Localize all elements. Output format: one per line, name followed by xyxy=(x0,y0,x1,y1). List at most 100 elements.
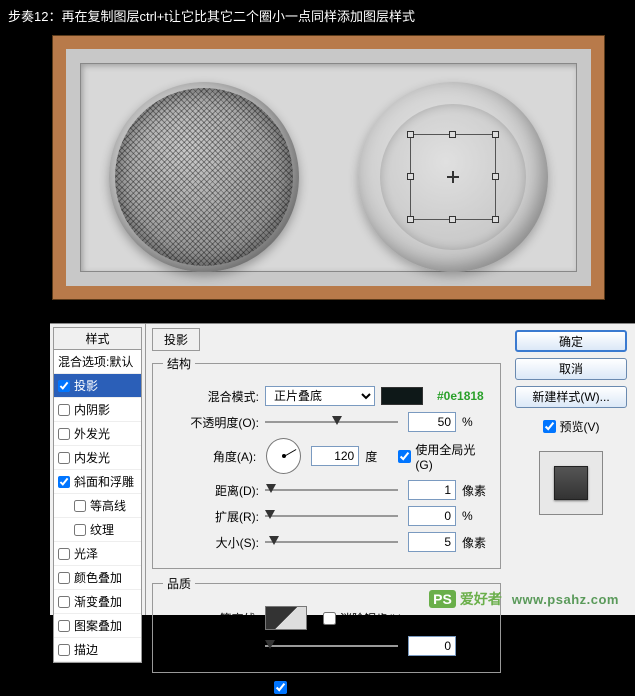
distance-input[interactable] xyxy=(408,480,456,500)
styles-column: 样式 混合选项:默认 投影内阴影外发光内发光斜面和浮雕等高线纹理光泽颜色叠加渐变… xyxy=(50,324,146,615)
unit-deg: 度 xyxy=(365,448,392,465)
global-light-label: 使用全局光(G) xyxy=(415,441,490,472)
watermark-badge: PS xyxy=(429,590,456,608)
style-label: 内发光 xyxy=(74,449,110,466)
ok-button[interactable]: 确定 xyxy=(515,330,627,352)
size-label: 大小(S): xyxy=(163,534,259,551)
style-item-11[interactable]: 描边 xyxy=(54,638,141,662)
unit-pct: % xyxy=(462,415,490,429)
style-checkbox[interactable] xyxy=(58,476,70,488)
transform-handle[interactable] xyxy=(492,216,499,223)
wooden-frame xyxy=(52,35,605,300)
style-item-8[interactable]: 颜色叠加 xyxy=(54,566,141,590)
knockout-checkbox[interactable]: 图层挖空投影(U) xyxy=(274,679,380,696)
noise-input[interactable] xyxy=(408,636,456,656)
style-checkbox[interactable] xyxy=(58,404,70,416)
transform-center-icon[interactable] xyxy=(447,171,459,183)
style-checkbox[interactable] xyxy=(58,596,70,608)
style-checkbox[interactable] xyxy=(58,548,70,560)
preview-thumb xyxy=(539,451,603,515)
style-item-6[interactable]: 纹理 xyxy=(54,518,141,542)
watermark: PS 爱好者 www.psahz.com xyxy=(429,589,619,609)
preview-checkbox[interactable]: 预览(V) xyxy=(515,418,627,435)
style-label: 内阴影 xyxy=(74,401,110,418)
style-label: 光泽 xyxy=(74,545,98,562)
transform-handle[interactable] xyxy=(492,173,499,180)
unit-pct2: % xyxy=(462,509,490,523)
spread-slider[interactable] xyxy=(265,508,398,524)
angle-input[interactable] xyxy=(311,446,359,466)
new-style-button[interactable]: 新建样式(W)... xyxy=(515,386,627,408)
opacity-slider[interactable] xyxy=(265,414,398,430)
style-checkbox[interactable] xyxy=(58,572,70,584)
knockout-label: 图层挖空投影(U) xyxy=(291,679,380,696)
transform-bounding-box[interactable] xyxy=(410,134,496,220)
blend-mode-select[interactable]: 正片叠底 xyxy=(265,386,375,406)
cancel-button[interactable]: 取消 xyxy=(515,358,627,380)
style-item-0[interactable]: 投影 xyxy=(54,374,141,398)
style-item-9[interactable]: 渐变叠加 xyxy=(54,590,141,614)
style-item-5[interactable]: 等高线 xyxy=(54,494,141,518)
distance-slider[interactable] xyxy=(265,482,398,498)
style-label: 渐变叠加 xyxy=(74,593,122,610)
style-checkbox[interactable] xyxy=(58,380,70,392)
style-label: 等高线 xyxy=(90,497,126,514)
blending-options-row[interactable]: 混合选项:默认 xyxy=(54,350,141,374)
style-label: 投影 xyxy=(74,377,98,394)
style-item-1[interactable]: 内阴影 xyxy=(54,398,141,422)
speaker-panel xyxy=(80,63,577,272)
opacity-input[interactable] xyxy=(408,412,456,432)
quality-legend: 品质 xyxy=(163,575,195,592)
style-item-4[interactable]: 斜面和浮雕 xyxy=(54,470,141,494)
buttons-column: 确定 取消 新建样式(W)... 预览(V) xyxy=(507,324,635,615)
style-checkbox[interactable] xyxy=(74,500,86,512)
layer-style-dialog: 样式 混合选项:默认 投影内阴影外发光内发光斜面和浮雕等高线纹理光泽颜色叠加渐变… xyxy=(50,323,635,615)
transform-handle[interactable] xyxy=(407,173,414,180)
style-checkbox[interactable] xyxy=(58,452,70,464)
style-label: 颜色叠加 xyxy=(74,569,122,586)
blend-mode-label: 混合模式: xyxy=(163,388,259,405)
transform-handle[interactable] xyxy=(492,131,499,138)
speaker-right[interactable] xyxy=(358,82,548,272)
speaker-left xyxy=(109,82,299,272)
transform-handle[interactable] xyxy=(449,216,456,223)
styles-list: 混合选项:默认 投影内阴影外发光内发光斜面和浮雕等高线纹理光泽颜色叠加渐变叠加图… xyxy=(53,350,142,663)
angle-dial[interactable] xyxy=(266,438,301,474)
style-label: 图案叠加 xyxy=(74,617,122,634)
style-item-3[interactable]: 内发光 xyxy=(54,446,141,470)
style-checkbox[interactable] xyxy=(58,620,70,632)
size-slider[interactable] xyxy=(265,534,398,550)
style-label: 斜面和浮雕 xyxy=(74,473,134,490)
noise-slider[interactable] xyxy=(265,638,398,654)
watermark-url: www.psahz.com xyxy=(512,592,619,607)
style-item-7[interactable]: 光泽 xyxy=(54,542,141,566)
contour-picker[interactable] xyxy=(265,606,307,630)
transform-handle[interactable] xyxy=(407,216,414,223)
canvas-area xyxy=(52,35,605,300)
distance-label: 距离(D): xyxy=(163,482,259,499)
style-item-2[interactable]: 外发光 xyxy=(54,422,141,446)
spread-label: 扩展(R): xyxy=(163,508,259,525)
global-light-checkbox[interactable]: 使用全局光(G) xyxy=(398,441,490,472)
size-input[interactable] xyxy=(408,532,456,552)
style-checkbox[interactable] xyxy=(58,644,70,656)
preview-label: 预览(V) xyxy=(560,418,600,435)
transform-handle[interactable] xyxy=(407,131,414,138)
contour-label: 等高线: xyxy=(163,610,259,627)
hex-callout: #0e1818 xyxy=(437,389,484,403)
shadow-color-swatch[interactable] xyxy=(381,387,423,405)
unit-pct3: % xyxy=(462,639,490,653)
panel-title: 投影 xyxy=(152,328,200,351)
spread-input[interactable] xyxy=(408,506,456,526)
style-label: 纹理 xyxy=(90,521,114,538)
style-checkbox[interactable] xyxy=(58,428,70,440)
watermark-suffix: 爱好者 xyxy=(460,589,502,609)
antialias-checkbox[interactable]: 消除锯齿(L) xyxy=(323,610,403,627)
unit-px: 像素 xyxy=(462,482,490,499)
step-caption: 步奏12：再在复制图层ctrl+t让它比其它二个圈小一点同样添加图层样式 xyxy=(0,0,635,31)
transform-handle[interactable] xyxy=(449,131,456,138)
antialias-label: 消除锯齿(L) xyxy=(340,610,403,627)
unit-px2: 像素 xyxy=(462,534,490,551)
style-item-10[interactable]: 图案叠加 xyxy=(54,614,141,638)
style-checkbox[interactable] xyxy=(74,524,86,536)
